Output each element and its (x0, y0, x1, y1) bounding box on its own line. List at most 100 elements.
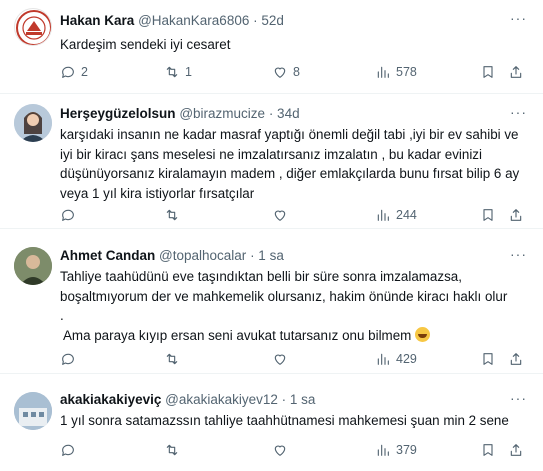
reply-icon (62, 353, 74, 365)
reply-button[interactable] (60, 351, 81, 367)
action-bar: 2 1 8 578 (60, 64, 530, 84)
action-bar: 379 (60, 442, 530, 462)
views-button[interactable]: 578 (375, 64, 417, 80)
author-handle[interactable]: @birazmucize (179, 106, 265, 121)
timestamp[interactable]: · 52d (253, 13, 284, 28)
reply-icon (62, 66, 74, 78)
tweet-header: Hakan Kara @HakanKara6806 · 52d (60, 13, 284, 28)
like-button[interactable]: 8 (272, 64, 300, 80)
author-handle[interactable]: @HakanKara6806 (138, 13, 249, 28)
timestamp[interactable]: · 1 sa (282, 392, 316, 407)
views-icon (377, 353, 389, 365)
more-options-button[interactable]: ··· (510, 390, 527, 406)
share-button[interactable] (508, 207, 524, 223)
bookmark-icon (483, 353, 493, 365)
author-handle[interactable]: @akakiakakiyev12 (165, 392, 278, 407)
heart-icon (274, 445, 286, 456)
heart-icon (274, 210, 286, 221)
profile-photo-icon (14, 104, 52, 142)
tweet-text: 1 yıl sonra satamazssın tahliye taahhütn… (60, 413, 509, 428)
share-icon (510, 353, 522, 365)
view-count: 429 (396, 352, 417, 366)
views-button[interactable]: 429 (375, 351, 417, 367)
views-button[interactable]: 244 (375, 207, 417, 223)
timestamp[interactable]: · 1 sa (250, 248, 284, 263)
grinning-face-icon (415, 326, 431, 342)
like-count: 8 (293, 65, 300, 79)
share-icon (510, 444, 522, 456)
views-button[interactable]: 379 (375, 442, 417, 458)
tweet-header: Herşeygüzelolsun @birazmucize · 34d (60, 106, 300, 121)
profile-photo-icon (14, 247, 52, 285)
reply-icon (62, 444, 74, 456)
text-line: Tahliye taahüdünü eve taşındıktan belli … (60, 269, 462, 284)
tweet-header: akakiakakiyeviç @akakiakakiyev12 · 1 sa (60, 392, 315, 407)
repost-button[interactable] (164, 442, 185, 458)
tweet-4[interactable]: akakiakakiyeviç @akakiakakiyev12 · 1 sa … (0, 374, 543, 471)
tweet-header: Ahmet Candan @topalhocalar · 1 sa (60, 248, 284, 263)
like-button[interactable] (272, 442, 293, 458)
timestamp[interactable]: · 34d (269, 106, 300, 121)
heart-icon (274, 354, 286, 365)
more-options-button[interactable]: ··· (510, 10, 527, 26)
views-icon (377, 66, 389, 78)
bookmark-icon (483, 66, 493, 78)
avatar[interactable] (14, 8, 52, 46)
view-count: 379 (396, 443, 417, 457)
repost-button[interactable] (164, 351, 185, 367)
like-button[interactable] (272, 351, 293, 367)
share-button[interactable] (508, 64, 524, 80)
avatar[interactable] (14, 392, 52, 430)
bookmark-button[interactable] (480, 351, 496, 367)
reply-button[interactable]: 2 (60, 64, 88, 80)
views-icon (377, 209, 389, 221)
share-button[interactable] (508, 351, 524, 367)
share-button[interactable] (508, 442, 524, 458)
action-bar: 429 (60, 351, 530, 371)
author-name[interactable]: Hakan Kara (60, 13, 134, 28)
text-line: . (60, 308, 64, 324)
like-button[interactable] (272, 207, 293, 223)
bookmark-icon (483, 444, 493, 456)
share-icon (510, 66, 522, 78)
author-handle[interactable]: @topalhocalar (159, 248, 246, 263)
tweet-text: karşıdaki insanın ne kadar masraf yaptığ… (60, 127, 520, 201)
bookmark-button[interactable] (480, 442, 496, 458)
repost-icon (166, 209, 178, 221)
seal-logo-icon (16, 10, 51, 45)
action-bar: 244 (60, 207, 530, 227)
repost-icon (166, 444, 178, 456)
bookmark-button[interactable] (480, 207, 496, 223)
repost-button[interactable] (164, 207, 185, 223)
more-options-button[interactable]: ··· (510, 104, 527, 120)
text-line: Ama paraya kıyıp ersan seni avukat tutar… (60, 327, 412, 343)
tweet-1[interactable]: Hakan Kara @HakanKara6806 · 52d ··· Kard… (0, 0, 543, 94)
more-options-button[interactable]: ··· (510, 246, 527, 262)
author-name[interactable]: Ahmet Candan (60, 248, 155, 263)
views-icon (377, 444, 389, 456)
tweet-2[interactable]: Herşeygüzelolsun @birazmucize · 34d ··· … (0, 94, 543, 229)
share-icon (510, 209, 522, 221)
author-name[interactable]: akakiakakiyeviç (60, 392, 161, 407)
repost-icon (166, 66, 178, 78)
tweet-text: Kardeşim sendeki iyi cesaret (60, 37, 231, 52)
text-line: boşaltmıyorum der ve mahkemelik olursanı… (60, 288, 508, 304)
repost-count: 1 (185, 65, 192, 79)
bookmark-button[interactable] (480, 64, 496, 80)
reply-button[interactable] (60, 442, 81, 458)
author-name[interactable]: Herşeygüzelolsun (60, 106, 176, 121)
avatar[interactable] (14, 104, 52, 142)
avatar[interactable] (14, 247, 52, 285)
view-count: 578 (396, 65, 417, 79)
view-count: 244 (396, 208, 417, 222)
tweet-3[interactable]: Ahmet Candan @topalhocalar · 1 sa ··· Ta… (0, 229, 543, 374)
tweet-text: Tahliye taahüdünü eve taşındıktan belli … (60, 267, 528, 345)
bookmark-icon (483, 209, 493, 221)
profile-photo-icon (14, 392, 52, 430)
reply-count: 2 (81, 65, 88, 79)
repost-button[interactable]: 1 (164, 64, 192, 80)
reply-button[interactable] (60, 207, 81, 223)
reply-icon (62, 209, 74, 221)
repost-icon (166, 353, 178, 365)
heart-icon (274, 67, 286, 78)
